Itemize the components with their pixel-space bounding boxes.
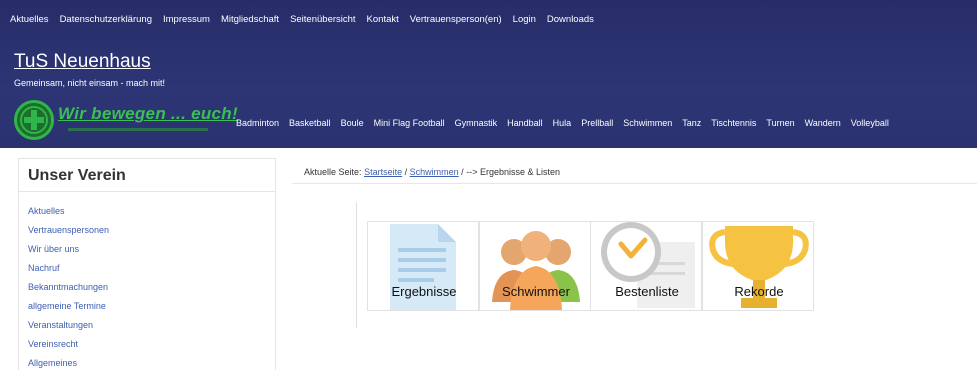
topnav-aktuelles[interactable]: Aktuelles bbox=[10, 14, 49, 25]
sportnav-boule[interactable]: Boule bbox=[341, 118, 364, 128]
sidebar-item-aktuelles[interactable]: Aktuelles bbox=[28, 205, 109, 224]
sidebar-menu: Aktuelles Vertrauenspersonen Wir über un… bbox=[28, 205, 109, 370]
breadcrumb-link-startseite[interactable]: Startseite bbox=[364, 167, 402, 177]
breadcrumb-separator: / bbox=[404, 167, 408, 177]
sportnav-badminton[interactable]: Badminton bbox=[236, 118, 279, 128]
tile-label: Rekorde bbox=[734, 284, 784, 299]
logo-emblem-icon bbox=[14, 100, 54, 140]
sportnav-volleyball[interactable]: Volleyball bbox=[851, 118, 889, 128]
site-tagline: Gemeinsam, nicht einsam - mach mit! bbox=[14, 78, 166, 88]
site-title[interactable]: TuS Neuenhaus bbox=[14, 51, 151, 73]
sidebar-title: Unser Verein bbox=[19, 159, 275, 192]
sportnav-handball[interactable]: Handball bbox=[507, 118, 543, 128]
topnav-impressum[interactable]: Impressum bbox=[163, 14, 210, 25]
tile-rekorde[interactable]: Rekorde bbox=[702, 221, 814, 311]
sidebar: Unser Verein Aktuelles Vertrauenspersone… bbox=[18, 158, 276, 370]
sportnav-hula[interactable]: Hula bbox=[553, 118, 572, 128]
breadcrumb-link-schwimmen[interactable]: Schwimmen bbox=[410, 167, 459, 177]
content-divider bbox=[356, 202, 357, 328]
breadcrumb-separator: / bbox=[461, 167, 464, 177]
sportnav-gymnastik[interactable]: Gymnastik bbox=[455, 118, 498, 128]
sidebar-item-veranstaltungen[interactable]: Veranstaltungen bbox=[28, 319, 109, 338]
sportnav-tanz[interactable]: Tanz bbox=[682, 118, 701, 128]
tile-bestenliste[interactable]: Bestenliste bbox=[590, 221, 702, 311]
sportnav-wandern[interactable]: Wandern bbox=[805, 118, 841, 128]
sportnav-tischtennis[interactable]: Tischtennis bbox=[711, 118, 756, 128]
topnav-mitgliedschaft[interactable]: Mitgliedschaft bbox=[221, 14, 279, 25]
tile-label: Bestenliste bbox=[615, 284, 679, 299]
topnav-downloads[interactable]: Downloads bbox=[547, 14, 594, 25]
sidebar-item-vereinsrecht[interactable]: Vereinsrecht bbox=[28, 338, 109, 357]
sportnav-basketball[interactable]: Basketball bbox=[289, 118, 331, 128]
tile-schwimmer[interactable]: Schwimmer bbox=[479, 221, 591, 311]
tile-ergebnisse[interactable]: Ergebnisse bbox=[367, 221, 479, 311]
topnav-login[interactable]: Login bbox=[513, 14, 536, 25]
sidebar-item-wir-ueber-uns[interactable]: Wir über uns bbox=[28, 243, 109, 262]
logo-slogan: Wir bewegen ... euch! bbox=[58, 104, 238, 123]
breadcrumb-current: --> Ergebnisse & Listen bbox=[466, 167, 560, 177]
tile-label: Schwimmer bbox=[502, 284, 570, 299]
sidebar-item-nachruf[interactable]: Nachruf bbox=[28, 262, 109, 281]
topnav-kontakt[interactable]: Kontakt bbox=[367, 14, 399, 25]
site-header: Aktuelles Datenschutzerklärung Impressum… bbox=[0, 0, 977, 148]
breadcrumb: Aktuelle Seite: Startseite / Schwimmen /… bbox=[292, 158, 977, 184]
sportnav-prellball[interactable]: Prellball bbox=[581, 118, 613, 128]
tile-label: Ergebnisse bbox=[391, 284, 457, 299]
sportnav-schwimmen[interactable]: Schwimmen bbox=[623, 118, 672, 128]
topnav-seitenuebersicht[interactable]: Seitenübersicht bbox=[290, 14, 355, 25]
sidebar-item-bekanntmachungen[interactable]: Bekanntmachungen bbox=[28, 281, 109, 300]
logo-underline bbox=[68, 128, 208, 131]
topnav-vertrauenspersonen[interactable]: Vertrauensperson(en) bbox=[410, 14, 502, 25]
topnav-datenschutz[interactable]: Datenschutzerklärung bbox=[60, 14, 152, 25]
sportnav-turnen[interactable]: Turnen bbox=[766, 118, 794, 128]
site-logo[interactable]: Wir bewegen ... euch! bbox=[14, 100, 238, 142]
breadcrumb-prefix: Aktuelle Seite: bbox=[304, 167, 362, 177]
sport-navigation: Badminton Basketball Boule Mini Flag Foo… bbox=[236, 118, 899, 128]
top-navigation: Aktuelles Datenschutzerklärung Impressum… bbox=[10, 14, 605, 25]
sportnav-mini-flag-football[interactable]: Mini Flag Football bbox=[374, 118, 445, 128]
sidebar-item-allgemeines[interactable]: Allgemeines bbox=[28, 357, 109, 370]
sidebar-item-vertrauenspersonen[interactable]: Vertrauenspersonen bbox=[28, 224, 109, 243]
sidebar-item-allgemeine-termine[interactable]: allgemeine Termine bbox=[28, 300, 109, 319]
